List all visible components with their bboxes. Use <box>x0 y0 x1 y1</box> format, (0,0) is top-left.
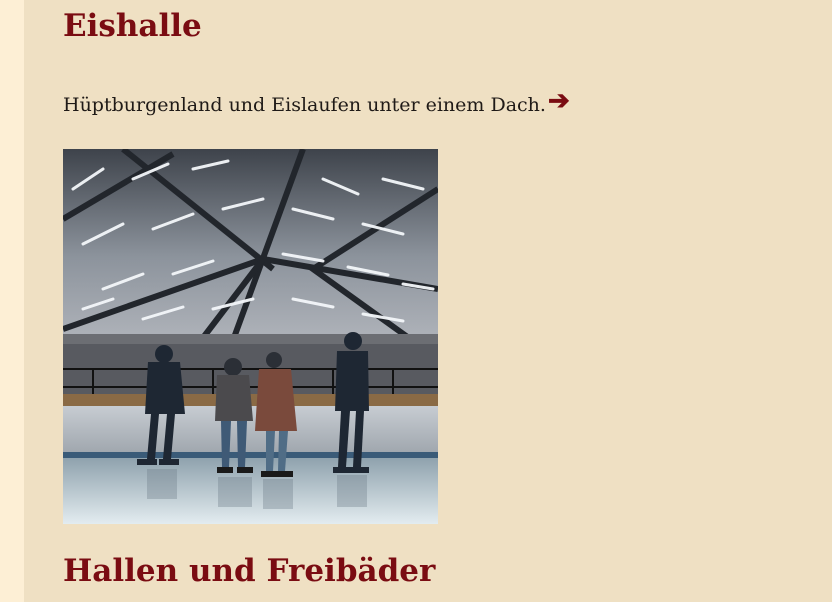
arrow-right-icon[interactable]: ➔ <box>548 86 570 116</box>
ice-rink-photo <box>63 149 438 524</box>
intro-paragraph: Hüptburgenland und Eislaufen unter einem… <box>63 86 570 118</box>
page-title: Eishalle <box>63 8 202 44</box>
section-title-hallen-freibaeder: Hallen und Freibäder <box>63 553 436 589</box>
intro-text: Hüptburgenland und Eislaufen unter einem… <box>63 94 546 116</box>
main-content: Eishalle Hüptburgenland und Eislaufen un… <box>24 0 832 602</box>
